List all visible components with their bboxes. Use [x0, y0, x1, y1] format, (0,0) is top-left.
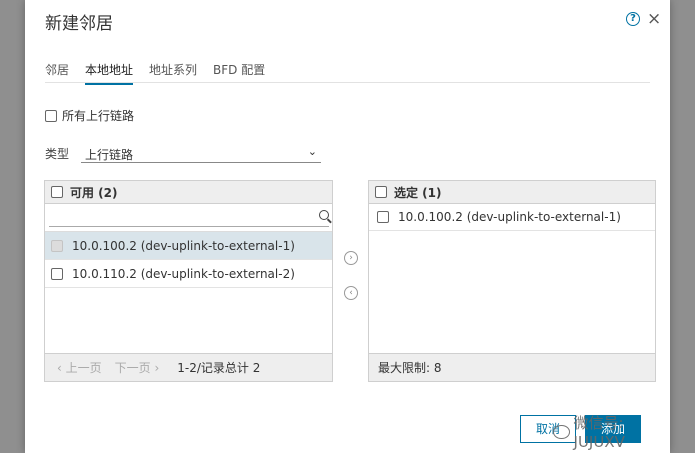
selected-row-label: 10.0.100.2 (dev-uplink-to-external-1) — [398, 210, 621, 224]
type-select[interactable]: 上行链路 ⌄ — [81, 145, 321, 163]
available-row[interactable]: 10.0.100.2 (dev-uplink-to-external-1) — [45, 232, 332, 260]
row-checkbox[interactable] — [51, 267, 63, 280]
help-icon[interactable]: ? — [626, 12, 640, 26]
row-checkbox[interactable] — [51, 239, 63, 252]
wechat-watermark: 微信号: JUJUXV — [553, 412, 670, 451]
next-page-button[interactable]: 下一页 › — [115, 359, 160, 376]
all-uplinks-option[interactable]: 所有上行链路 — [45, 107, 134, 124]
all-uplinks-checkbox[interactable] — [45, 109, 57, 122]
row-checkbox[interactable] — [377, 211, 389, 223]
prev-page-button[interactable]: ‹ 上一页 — [57, 359, 102, 376]
move-right-icon[interactable]: › — [344, 251, 358, 265]
record-count: 1-2/记录总计 2 — [177, 361, 261, 375]
type-label: 类型 — [45, 147, 70, 161]
max-limit-label: 最大限制: 8 — [378, 361, 442, 375]
tab-divider — [45, 82, 650, 83]
search-icon[interactable] — [319, 210, 329, 220]
move-left-icon[interactable]: ‹ — [344, 286, 358, 300]
available-footer: ‹ 上一页 下一页 › 1-2/记录总计 2 — [45, 353, 332, 381]
available-row-label: 10.0.110.2 (dev-uplink-to-external-2) — [72, 266, 295, 281]
dialog-title: 新建邻居 — [45, 14, 113, 34]
available-search-input[interactable] — [49, 208, 329, 227]
available-search-row — [45, 204, 332, 232]
available-row[interactable]: 10.0.110.2 (dev-uplink-to-external-2) — [45, 260, 332, 288]
new-neighbor-dialog: 新建邻居 ? × 邻居 本地地址 地址系列 BFD 配置 所有上行链路 类型 上… — [25, 0, 670, 453]
available-header-label: 可用 (2) — [70, 185, 118, 200]
available-panel: 可用 (2) 10.0.100.2 (dev-uplink-to-externa… — [44, 180, 333, 382]
watermark-text: 微信号: JUJUXV — [573, 414, 625, 451]
selected-select-all-checkbox[interactable] — [375, 186, 387, 198]
chevron-down-icon: ⌄ — [307, 145, 317, 158]
selected-header-label: 选定 (1) — [394, 185, 442, 200]
selected-footer: 最大限制: 8 — [369, 353, 655, 381]
available-row-label: 10.0.100.2 (dev-uplink-to-external-1) — [72, 238, 295, 253]
type-select-value: 上行链路 — [85, 148, 134, 162]
selected-panel: 选定 (1) 10.0.100.2 (dev-uplink-to-externa… — [368, 180, 656, 382]
available-header: 可用 (2) — [45, 181, 332, 204]
available-select-all-checkbox[interactable] — [51, 186, 63, 198]
selected-row[interactable]: 10.0.100.2 (dev-uplink-to-external-1) — [369, 204, 655, 231]
selected-header: 选定 (1) — [369, 181, 655, 204]
close-icon[interactable]: × — [647, 9, 661, 29]
all-uplinks-label: 所有上行链路 — [62, 109, 135, 123]
wechat-icon — [553, 424, 570, 439]
